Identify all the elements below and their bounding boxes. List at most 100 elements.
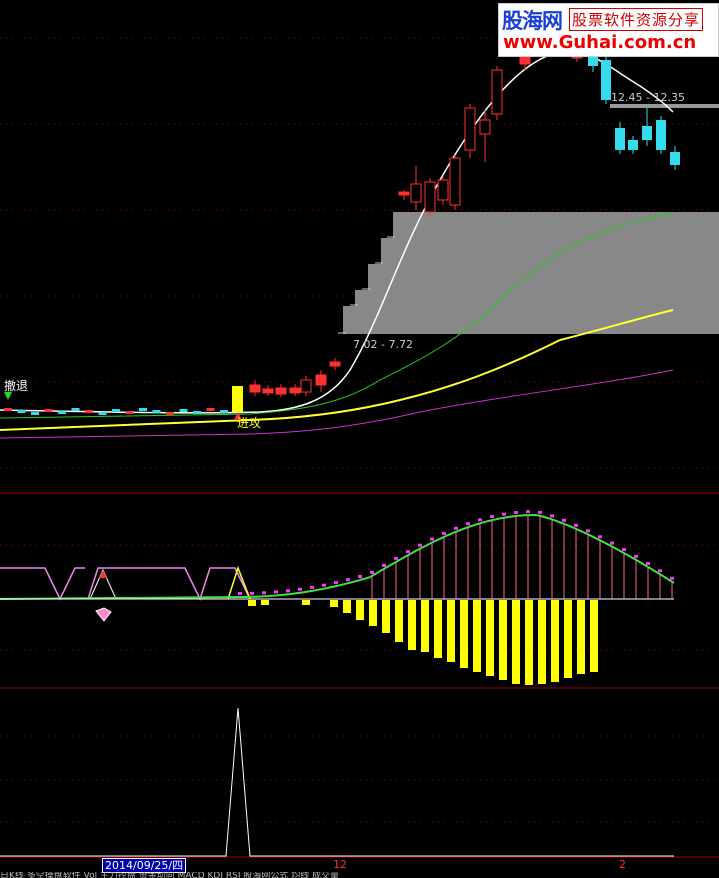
attack-signal-label: 进攻 [237,416,262,430]
indicator-dot [370,570,374,574]
indicator-dot [634,554,638,558]
indicator-dot [550,514,554,518]
indicator-yellow-bar [434,600,442,658]
candle [44,409,53,412]
selected-date-label[interactable]: 2014/09/25/四 [102,858,187,873]
candle [615,128,625,150]
indicator-dot [262,591,266,595]
indicator-yellow-bar [261,600,269,605]
ma-magenta-line [0,369,674,439]
indicator-dot [334,581,338,585]
indicator-dot [490,515,494,519]
watermark-site-name: 股海网 [502,9,563,33]
indicator-yellow-bar [447,600,455,662]
watermark-url: www.Guhai.com.cn [503,32,697,53]
indicator-dot [250,591,254,595]
indicator-dot [598,535,602,539]
candle [262,388,274,394]
indicator-dot [298,587,302,591]
indicator-dot [346,578,350,582]
candle [300,379,312,393]
indicator-dot [610,541,614,545]
candle [479,119,491,135]
indicator-dot [514,511,518,515]
candle [4,408,12,411]
indicator-yellow-bar [564,600,572,678]
candle [410,183,422,203]
candle [289,387,301,394]
indicator-dot [646,561,650,565]
indicator-yellow-bar [525,600,533,685]
indicator-yellow-bar [460,600,468,668]
volume-profile-block [343,306,719,334]
candle [601,60,611,100]
indicator-yellow-bar [486,600,494,676]
indicator-dot [406,550,410,554]
indicator-dot [478,518,482,522]
indicator-dot [670,576,674,580]
indicator-dot [358,575,362,579]
bottom-indicator-line [0,707,674,857]
indicator-dot [418,543,422,547]
indicator-dot [310,585,314,589]
candle [193,411,201,414]
breakout-candle [232,386,243,412]
month-label-2: 2 [619,858,626,871]
candle [220,410,228,413]
candle [670,152,680,165]
indicator-green-curve [0,514,675,600]
candle [424,181,436,213]
band-trapezoid-line [0,567,251,602]
indicator-yellow-bar [248,600,256,606]
candle [85,410,93,413]
watermark-slogan: 股票软件资源分享 [569,8,704,31]
indicator-yellow-bar [421,600,429,652]
indicator-yellow-bar [343,600,351,613]
candle [166,412,174,415]
candle [642,126,652,140]
candle [71,408,80,411]
candle [628,140,638,150]
indicator-yellow-bar [356,600,364,620]
candle [329,361,341,367]
indicator-dot [322,583,326,587]
indicator-yellow-bar [395,600,403,642]
candle [491,69,503,115]
candle [464,107,476,151]
indicator-dot [538,510,542,514]
indicator-dot [238,592,242,595]
candle [275,387,287,395]
indicator-dot [574,523,578,527]
candle [315,374,327,386]
candle [398,191,410,196]
candle [152,410,161,413]
indicator-dot [526,510,530,514]
status-bar: 日K线 多空操盘软件 Vol 主力控盘 资金动向 MACD KDJ RSI 股海… [0,872,340,878]
indicator-yellow-bar [577,600,585,674]
indicator-yellow-bar [408,600,416,650]
indicator-dot [622,548,626,552]
indicator-yellow-bar [499,600,507,680]
candle [58,411,66,414]
price-range-low-label: 7.02 - 7.72 [353,338,413,351]
indicator-yellow-bar [538,600,546,684]
indicator-yellow-bar [590,600,598,672]
indicator-dot [454,526,458,530]
watermark-logo: 股海网 股票软件资源分享 www.Guhai.com.cn [498,3,719,57]
candle [17,410,26,413]
indicator-yellow-bar [512,600,520,684]
retreat-signal-label: 撤退 [4,379,29,393]
candle [656,120,666,150]
candle [179,409,188,412]
candle [206,408,215,411]
indicator-dot [658,569,662,573]
indicator-dot [430,537,434,541]
stock-chart-canvas[interactable] [0,0,719,878]
indicator-yellow-bar [302,600,310,605]
indicator-dot [382,563,386,567]
candle [112,409,120,412]
indicator-dot [502,512,506,516]
indicator-yellow-bar [551,600,559,682]
indicator-up-arrow-icon [99,570,107,578]
indicator-yellow-bar [369,600,377,626]
